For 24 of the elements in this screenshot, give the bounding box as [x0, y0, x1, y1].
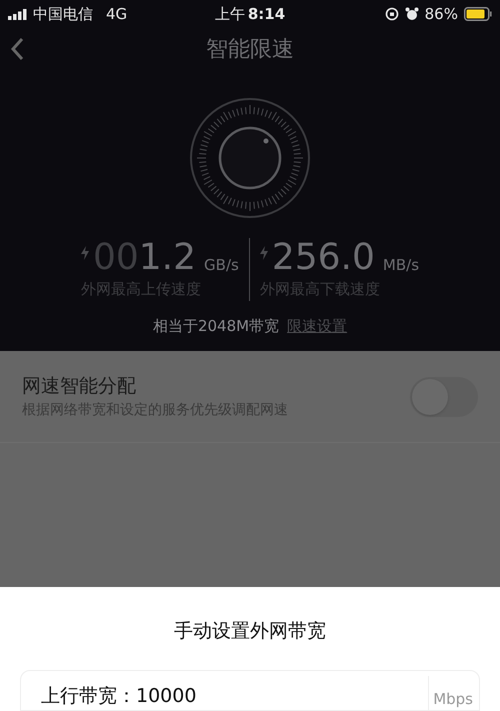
rotation-lock-icon: [384, 7, 399, 21]
alarm-icon: [404, 7, 419, 21]
lightning-icon: [80, 246, 89, 260]
setting-title: 网速智能分配: [22, 374, 137, 399]
speed-unit: GB/s: [204, 254, 239, 276]
speed-unit: MB/s: [382, 254, 420, 276]
sheet-title: 手动设置外网带宽: [174, 619, 326, 644]
battery-percent: 86%: [424, 4, 458, 25]
back-icon: [10, 37, 24, 61]
upload-bandwidth-field[interactable]: 上行带宽：10000 Mbps: [20, 670, 480, 711]
speed-value: 1.2: [138, 238, 196, 278]
unit-label: Mbps: [428, 676, 479, 710]
network-type: 4G: [106, 4, 128, 25]
battery-icon: [464, 7, 492, 21]
time-period: 上午: [214, 4, 245, 25]
bandwidth-equivalent: 相当于2048M带宽: [152, 316, 280, 336]
signal-icon: [8, 8, 28, 20]
lightning-icon: [260, 246, 268, 260]
field-label: 上行带宽：: [41, 684, 136, 708]
clock-time: 8:14: [248, 4, 286, 25]
field-value: 10000: [136, 684, 196, 708]
page-title: 智能限速: [206, 36, 294, 64]
speed-value: 256.0: [272, 238, 375, 278]
carrier-name: 中国电信: [33, 4, 93, 25]
